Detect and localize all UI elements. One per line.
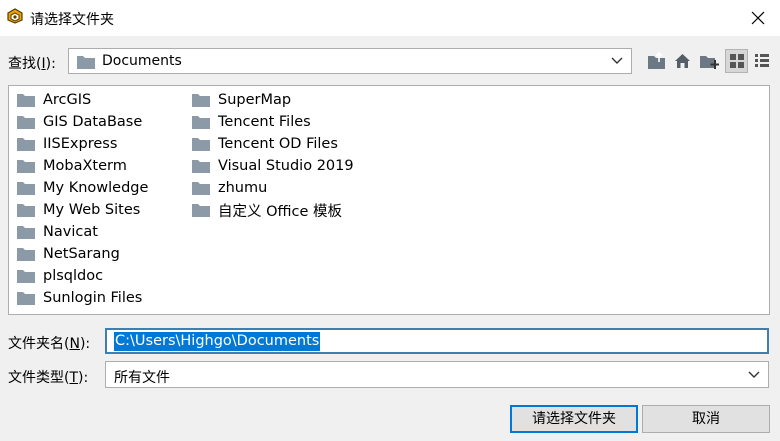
folder-item[interactable]: GIS DataBase: [17, 111, 148, 133]
folder-item[interactable]: MobaXterm: [17, 155, 148, 177]
folder-item[interactable]: My Web Sites: [17, 199, 148, 221]
folder-icon: [17, 248, 35, 261]
folder-item[interactable]: Navicat: [17, 221, 148, 243]
folder-item[interactable]: plsqldoc: [17, 265, 148, 287]
folder-item[interactable]: SuperMap: [192, 89, 354, 111]
folder-item-label: My Web Sites: [43, 202, 141, 218]
title-bar: 请选择文件夹: [0, 0, 780, 36]
folder-icon: [17, 116, 35, 129]
folder-icon: [192, 204, 210, 217]
new-folder-icon: [700, 56, 719, 69]
folder-item-label: Navicat: [43, 224, 98, 240]
file-list-column-2: SuperMap Tencent Files Tencent OD Files Vis…: [192, 89, 354, 221]
chevron-down-icon: [748, 371, 760, 378]
folder-item-label: Tencent Files: [218, 114, 311, 130]
lookin-value: Documents: [102, 53, 182, 69]
folder-icon: [17, 94, 35, 107]
folder-item[interactable]: ArcGIS: [17, 89, 148, 111]
folder-icon: [17, 138, 35, 151]
folder-item-label: zhumu: [218, 180, 268, 196]
folder-item-label: NetSarang: [43, 246, 120, 262]
home-icon: [675, 54, 690, 68]
folder-item[interactable]: 自定义 Office 模板: [192, 199, 354, 221]
list-view-button[interactable]: [725, 49, 748, 73]
new-folder-button[interactable]: [697, 49, 720, 73]
folder-item[interactable]: NetSarang: [17, 243, 148, 265]
folder-icon: [17, 292, 35, 305]
dialog-title: 请选择文件夹: [30, 12, 114, 28]
file-type-combobox[interactable]: 所有文件: [105, 361, 769, 388]
lookin-label: 查找(I):: [8, 56, 56, 72]
folder-icon: [192, 138, 210, 151]
folder-item-label: 自定义 Office 模板: [218, 203, 343, 220]
close-button[interactable]: [736, 0, 780, 36]
file-type-label: 文件类型(T):: [8, 370, 89, 386]
grid-view-icon: [730, 54, 744, 68]
folder-up-icon: [648, 52, 665, 69]
folder-item-label: plsqldoc: [43, 268, 104, 284]
folder-icon: [17, 270, 35, 283]
folder-item[interactable]: Sunlogin Files: [17, 287, 148, 309]
folder-item-label: Tencent OD Files: [218, 136, 338, 152]
folder-name-label: 文件夹名(N):: [8, 336, 91, 352]
chevron-down-icon: [611, 57, 623, 64]
close-icon: [751, 11, 765, 25]
folder-name-value: C:\Users\Highgo\Documents: [114, 332, 321, 351]
folder-item-label: GIS DataBase: [43, 114, 143, 130]
app-icon: [7, 8, 23, 24]
list-view-icon: [755, 54, 769, 67]
folder-icon: [192, 182, 210, 195]
folder-item-label: My Knowledge: [43, 180, 149, 196]
folder-name-input[interactable]: C:\Users\Highgo\Documents: [105, 328, 769, 354]
folder-item-label: SuperMap: [218, 92, 292, 108]
file-list[interactable]: ArcGIS GIS DataBase IISExpress MobaXterm My …: [8, 85, 770, 315]
detail-view-button[interactable]: [751, 49, 774, 73]
folder-item[interactable]: Tencent Files: [192, 111, 354, 133]
file-type-value: 所有文件: [114, 370, 170, 386]
home-button[interactable]: [671, 49, 694, 73]
folder-icon: [192, 160, 210, 173]
file-list-column-1: ArcGIS GIS DataBase IISExpress MobaXterm My …: [17, 89, 148, 309]
folder-icon: [17, 226, 35, 239]
folder-item-label: ArcGIS: [43, 92, 92, 108]
folder-item-label: IISExpress: [43, 136, 118, 152]
up-one-level-button[interactable]: [645, 49, 668, 73]
folder-icon: [192, 116, 210, 129]
select-folder-button[interactable]: 请选择文件夹: [510, 405, 638, 433]
folder-item[interactable]: Tencent OD Files: [192, 133, 354, 155]
folder-icon: [17, 204, 35, 217]
cancel-button[interactable]: 取消: [642, 405, 770, 433]
folder-item[interactable]: Visual Studio 2019: [192, 155, 354, 177]
lookin-combobox[interactable]: Documents: [68, 48, 632, 74]
folder-item[interactable]: IISExpress: [17, 133, 148, 155]
folder-item-label: MobaXterm: [43, 158, 127, 174]
folder-item[interactable]: zhumu: [192, 177, 354, 199]
folder-item-label: Sunlogin Files: [43, 290, 143, 306]
folder-icon: [17, 182, 35, 195]
folder-item[interactable]: My Knowledge: [17, 177, 148, 199]
folder-item-label: Visual Studio 2019: [218, 158, 354, 174]
folder-icon: [192, 94, 210, 107]
folder-icon: [77, 56, 95, 69]
folder-icon: [17, 160, 35, 173]
